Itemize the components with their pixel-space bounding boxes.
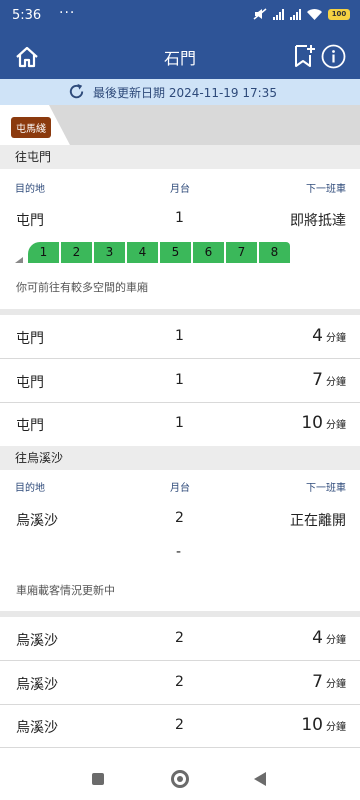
eta-unit: 分鐘	[326, 722, 346, 733]
notification-overflow: ···	[59, 5, 76, 21]
arrival-status: 即將抵達	[290, 213, 346, 229]
signal-icon	[290, 8, 301, 20]
car-loading-note: 車廂載客情況更新中	[16, 584, 115, 597]
col-next-train: 下一班車	[306, 483, 346, 494]
eta-minutes: 4	[312, 628, 323, 648]
arrival-status: 正在離開	[290, 513, 346, 529]
app-bar: 石門	[0, 33, 360, 79]
eta: 7 分鐘	[312, 370, 346, 390]
train-row-first: 屯門 1 即將抵達	[0, 197, 360, 241]
eta-minutes: 10	[301, 413, 323, 433]
train-row: 烏溪沙 2 10 分鐘	[0, 704, 360, 748]
destination: 屯門	[16, 375, 44, 391]
platform: 1	[175, 328, 184, 344]
column-headers: 目的地 月台 下一班車	[0, 472, 360, 496]
destination: 烏溪沙	[16, 633, 58, 649]
train-row: 屯門 1 7 分鐘	[0, 359, 360, 403]
status-icons: 100	[253, 8, 350, 20]
status-time: 5:36	[12, 8, 42, 23]
back-button[interactable]	[254, 772, 266, 786]
eta-minutes: 10	[301, 715, 323, 735]
car-3: 3	[94, 242, 125, 263]
tab-line-tuen-ma[interactable]: 屯馬綫	[11, 117, 51, 138]
col-destination: 目的地	[15, 184, 45, 195]
direction-header: 往烏溪沙	[0, 446, 360, 470]
eta-unit: 分鐘	[326, 635, 346, 646]
platform: 2	[175, 630, 184, 646]
wifi-icon	[307, 8, 322, 20]
eta-minutes: 7	[312, 672, 323, 692]
car-loading-note: 你可前往有較多空間的車廂	[16, 281, 148, 294]
car-8: 8	[259, 242, 290, 263]
system-nav-bar	[0, 755, 360, 800]
bookmark-add-icon[interactable]	[292, 43, 316, 69]
eta: 10 分鐘	[301, 413, 346, 433]
destination: 屯門	[16, 418, 44, 434]
platform: 1	[175, 415, 184, 431]
battery-icon: 100	[328, 8, 350, 20]
home-button[interactable]	[171, 770, 189, 788]
eta-unit: 分鐘	[326, 333, 346, 344]
eta-minutes: 7	[312, 370, 323, 390]
col-platform: 月台	[170, 483, 190, 494]
column-headers: 目的地 月台 下一班車	[0, 173, 360, 197]
train-row: 屯門 1 10 分鐘	[0, 402, 360, 446]
platform: 2	[175, 717, 184, 733]
train-row-first: 烏溪沙 2 正在離開	[0, 497, 360, 541]
eta-unit: 分鐘	[326, 420, 346, 431]
train-row: 烏溪沙 2 4 分鐘	[0, 617, 360, 661]
car-5: 5	[160, 242, 191, 263]
eta: 7 分鐘	[312, 672, 346, 692]
line-tabs: 屯馬綫	[0, 105, 360, 145]
expand-indicator-icon	[15, 257, 23, 263]
col-platform: 月台	[170, 184, 190, 195]
status-bar: 5:36 ··· 100	[0, 0, 360, 33]
destination: 烏溪沙	[16, 677, 58, 693]
mute-icon	[253, 8, 267, 20]
eta: 4 分鐘	[312, 326, 346, 346]
platform: 1	[175, 210, 184, 226]
recents-button[interactable]	[92, 773, 104, 785]
signal-icon	[273, 8, 284, 20]
car-4: 4	[127, 242, 158, 263]
direction-header: 往屯門	[0, 145, 360, 169]
refresh-icon[interactable]	[67, 82, 86, 101]
platform: 2	[175, 510, 184, 526]
eta-unit: 分鐘	[326, 377, 346, 388]
destination: 烏溪沙	[16, 513, 58, 529]
destination: 屯門	[16, 213, 44, 229]
car-1: 1	[28, 242, 59, 263]
car-loading-strip: 1 2 3 4 5 6 7 8	[28, 242, 290, 264]
last-updated-banner: 最後更新日期 2024-11-19 17:35	[0, 79, 360, 105]
train-row: 烏溪沙 2 7 分鐘	[0, 661, 360, 705]
car-7: 7	[226, 242, 257, 263]
car-2: 2	[61, 242, 92, 263]
car-loading-placeholder: -	[176, 544, 182, 560]
platform: 1	[175, 372, 184, 388]
train-row: 屯門 1 4 分鐘	[0, 315, 360, 359]
eta: 4 分鐘	[312, 628, 346, 648]
eta: 10 分鐘	[301, 715, 346, 735]
destination: 屯門	[16, 331, 44, 347]
car-6: 6	[193, 242, 224, 263]
eta-minutes: 4	[312, 326, 323, 346]
destination: 烏溪沙	[16, 720, 58, 736]
eta-unit: 分鐘	[326, 679, 346, 690]
col-next-train: 下一班車	[306, 184, 346, 195]
platform: 2	[175, 674, 184, 690]
info-icon[interactable]	[321, 44, 346, 69]
last-updated-text: 最後更新日期 2024-11-19 17:35	[93, 86, 277, 100]
col-destination: 目的地	[15, 483, 45, 494]
